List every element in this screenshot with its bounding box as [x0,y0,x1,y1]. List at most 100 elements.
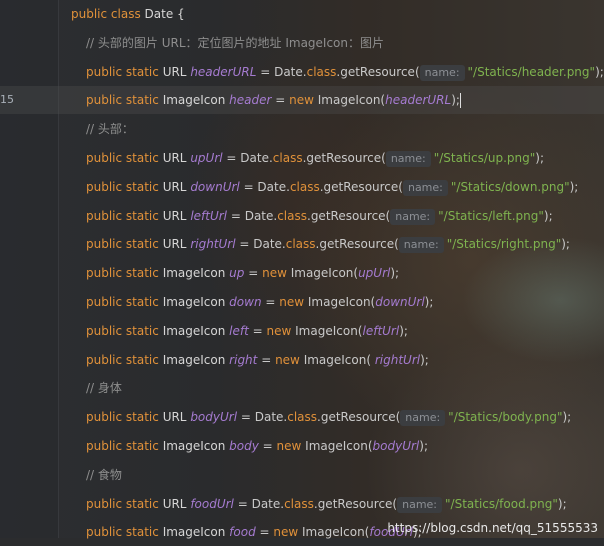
operator: = Date. [235,237,286,252]
parameter-hint: name: [390,208,436,225]
class-keyword: class [272,151,303,165]
code-line[interactable]: public static ImageIcon down = new Image… [0,288,604,316]
keyword: public static [86,295,163,309]
type-name: ImageIcon [162,525,230,540]
operator: = Date. [222,151,273,165]
class-keyword: class [306,64,337,79]
keyword: public static [86,323,163,338]
parameter-hint: name: [397,496,443,513]
field-name: bodyUrl [190,410,238,425]
code-text: public class Date { [71,0,185,28]
code-line[interactable]: public class Date { [0,0,604,28]
statement-end: ); [424,295,434,309]
parameter-hint: name: [402,179,448,196]
constructor-arg: upUrl [358,266,391,281]
keyword: public static [86,151,163,165]
constructor-arg: leftUrl [362,323,400,338]
new-keyword: new [262,266,287,281]
code-line[interactable]: public static URL headerURL = Date.class… [0,58,604,86]
keyword: public static [86,439,163,453]
operator: = Date. [256,64,307,79]
code-text: public static ImageIcon right = new Imag… [86,346,429,374]
field-name: headerURL [190,64,257,79]
method-call: .getResource( [336,64,420,79]
code-text: public static URL leftUrl = Date.class.g… [86,202,553,230]
method-call: .getResource( [317,410,401,425]
field-name: left [229,323,249,338]
code-line[interactable]: public static ImageIcon right = new Imag… [0,346,604,374]
statement-end: ); [420,352,429,367]
string-literal: "/Statics/left.png" [438,208,544,223]
type-name: URL [162,237,191,252]
code-line[interactable]: public static URL foodUrl = Date.class.g… [0,490,604,518]
code-comment: // 食物 [86,467,122,482]
parameter-hint: name: [385,151,431,167]
constructor-call: ImageIcon( [313,93,386,108]
statement-end: ); [451,93,460,108]
statement-end: ); [569,179,579,194]
constructor-arg: bodyUrl [372,439,420,453]
type-name: URL [162,208,191,223]
code-text: public static URL bodyUrl = Date.class.g… [86,403,571,431]
type-name: URL [162,496,191,511]
code-line[interactable]: public static URL upUrl = Date.class.get… [0,144,604,172]
constructor-arg: rightUrl [374,352,421,367]
statement-end: ); [561,237,570,252]
constructor-call: ImageIcon( [286,266,359,281]
code-line[interactable]: // 头部的图片 URL：定位图片的地址 ImageIcon：图片 [0,29,604,57]
field-name: foodUrl [190,496,234,511]
keyword: public static [86,237,163,252]
constructor-arg: headerURL [385,93,452,108]
keyword: public static [86,208,163,223]
parameter-hint: name: [398,237,444,254]
line-number: 15 [0,93,14,107]
method-call: .getResource( [313,496,398,511]
statement-end: ); [419,439,428,453]
field-name: up [229,266,245,281]
constructor-call: ImageIcon( [301,439,373,453]
code-comment: // 头部的图片 URL：定位图片的地址 ImageIcon：图片 [86,35,385,50]
keyword: public static [86,64,163,79]
field-name: upUrl [190,151,223,165]
constructor-call: ImageIcon( [298,525,370,540]
code-text: public static ImageIcon left = new Image… [86,317,408,345]
class-keyword: class [284,496,314,511]
new-keyword: new [275,352,300,367]
operator: = Date. [239,179,290,194]
code-line[interactable]: // 头部： [0,115,604,143]
code-line[interactable]: public static URL bodyUrl = Date.class.g… [0,403,604,431]
code-line[interactable]: 15 public static ImageIcon header = new I… [0,86,604,114]
type-name: URL [162,179,191,194]
type-name: ImageIcon [162,352,230,367]
string-literal: "/Statics/down.png" [450,179,570,194]
field-name: downUrl [190,179,240,194]
type-name: ImageIcon [162,266,230,281]
keyword: public class [71,7,145,21]
code-text: public static ImageIcon header = new Ima… [86,86,461,114]
operator: = [244,266,263,281]
operator: = [258,439,277,453]
new-keyword: new [289,93,314,108]
code-line[interactable]: // 身体 [0,374,604,402]
code-line[interactable]: public static ImageIcon body = new Image… [0,432,604,460]
constructor-call: ImageIcon( [299,352,375,367]
operator: = Date. [233,496,285,511]
string-literal: "/Statics/right.png" [446,237,562,252]
type-name: ImageIcon [162,323,230,338]
code-line[interactable]: public static URL leftUrl = Date.class.g… [0,202,604,230]
code-line[interactable]: public static ImageIcon left = new Image… [0,317,604,345]
field-name: right [229,352,258,367]
method-call: .getResource( [319,179,403,194]
operator: = [271,93,290,108]
code-text: public static ImageIcon down = new Image… [86,288,433,316]
keyword: public static [86,410,163,425]
parameter-hint: name: [400,410,446,427]
code-line[interactable]: public static URL downUrl = Date.class.g… [0,173,604,201]
string-literal: "/Statics/header.png" [467,64,596,79]
code-line[interactable]: public static ImageIcon up = new ImageIc… [0,259,604,287]
text-caret [459,93,461,109]
string-literal: "/Statics/body.png" [448,410,563,425]
code-line[interactable]: // 食物 [0,461,604,489]
code-line[interactable]: public static URL rightUrl = Date.class.… [0,230,604,258]
constructor-call: ImageIcon( [304,295,376,309]
